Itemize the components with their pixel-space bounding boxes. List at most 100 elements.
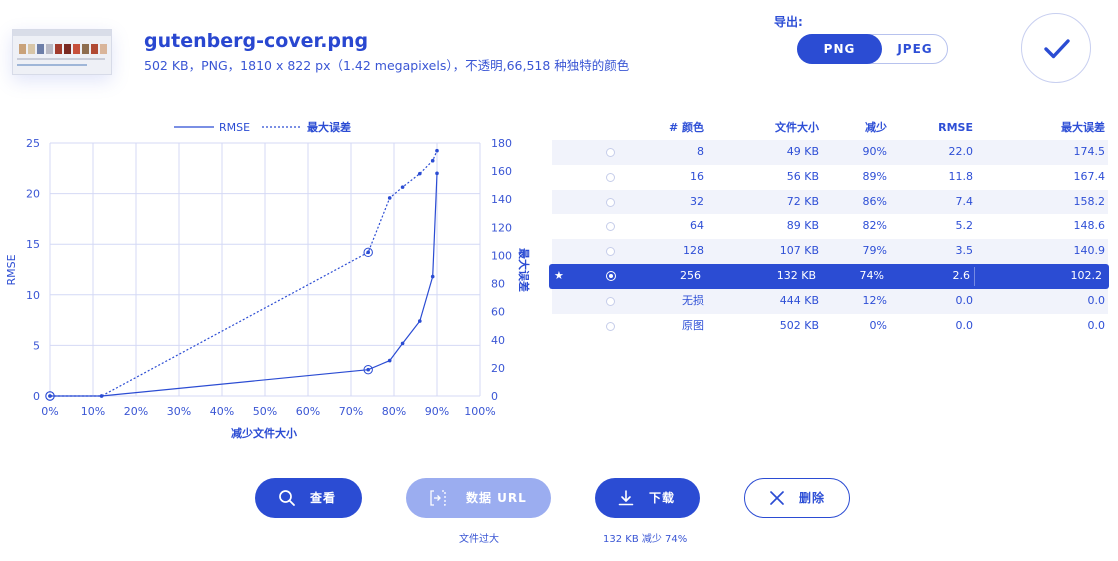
rmse-point: [418, 319, 422, 323]
view-label: 查看: [310, 491, 337, 505]
image-thumbnail: [12, 29, 112, 75]
y2-tick-label: 0: [491, 390, 498, 403]
cell-file-size: 502 KB: [779, 318, 819, 332]
cell-max-error: 0.0: [1087, 293, 1106, 307]
cell-max-error: 140.9: [1073, 244, 1106, 258]
cell-file-size: 132 KB: [776, 268, 816, 282]
file-details: 502 KB，PNG，1810 x 822 px（1.42 megapixels…: [144, 58, 630, 73]
cell-reduction: 0%: [869, 318, 887, 332]
x-tick-label: 20%: [124, 405, 148, 418]
delete-button[interactable]: 删除: [744, 478, 850, 518]
cell-rmse: 5.2: [955, 219, 974, 233]
cell-rmse: 11.8: [948, 169, 974, 183]
view-button[interactable]: 查看: [255, 478, 362, 518]
x-tick-label: 90%: [425, 405, 449, 418]
cell-max-error: 148.6: [1073, 219, 1106, 233]
palette-table: # 颜色 文件大小 减少 RMSE 最大误差 8 49 KB 90% 22.0 174.…: [549, 116, 1109, 339]
max-error-point: [400, 185, 405, 189]
row-select-radio[interactable]: [606, 172, 615, 182]
star-icon: ★: [554, 268, 564, 282]
quality-chart: 0% 10% 20% 30% 40% 50% 60% 70% 80% 90% 100% 0 5 10 15 2…: [5, 120, 531, 440]
row-select-radio[interactable]: [606, 270, 616, 281]
row-select-radio[interactable]: [606, 247, 615, 257]
max-error-point: [387, 196, 392, 200]
cell-reduction: 90%: [862, 145, 887, 158]
cell-max-error: 0.0: [1087, 318, 1106, 332]
cell-max-error: 158.2: [1073, 194, 1106, 208]
confirm-button[interactable]: [1021, 13, 1091, 83]
table-row[interactable]: 无损 444 KB 12% 0.0 0.0: [552, 288, 1108, 314]
search-icon: [279, 490, 295, 506]
max-error-point: [366, 250, 371, 255]
cell-rmse: 2.6: [952, 268, 971, 282]
data-url-label: 数据 URL: [466, 491, 527, 505]
row-select-radio[interactable]: [606, 296, 615, 306]
x-tick-label: 0%: [41, 405, 58, 418]
cell-reduction: 86%: [862, 194, 887, 208]
table-row[interactable]: 原图 502 KB 0% 0.0 0.0: [552, 314, 1108, 339]
download-icon: [618, 490, 634, 506]
x-tick-label: 50%: [253, 405, 277, 418]
header-reduction: 减少: [865, 121, 887, 134]
row-select-radio[interactable]: [606, 321, 615, 331]
table-row[interactable]: 8 49 KB 90% 22.0 174.5: [552, 140, 1108, 165]
rmse-point: [430, 274, 435, 279]
y2-tick-label: 140: [491, 193, 512, 206]
legend-label-max-error: 最大误差: [307, 120, 351, 134]
cell-rmse: 3.5: [955, 244, 974, 258]
x-tick-label: 40%: [210, 405, 234, 418]
x-tick-label: 60%: [296, 405, 320, 418]
export-label: 导出:: [774, 15, 803, 29]
cell-colors: 8: [697, 145, 704, 158]
delete-label: 删除: [799, 491, 826, 505]
cell-colors: 64: [690, 219, 704, 233]
max-error-point: [435, 148, 439, 153]
y2-tick-label: 160: [491, 165, 512, 178]
cell-rmse: 0.0: [955, 318, 974, 332]
cell-reduction: 82%: [862, 219, 887, 233]
row-select-radio[interactable]: [606, 222, 615, 232]
y-tick-label: 0: [33, 390, 40, 403]
header-rmse: RMSE: [938, 121, 973, 134]
cell-file-size: 56 KB: [786, 169, 819, 183]
download-note: 132 KB 减少 74%: [603, 534, 688, 545]
cell-file-size: 107 KB: [779, 244, 819, 258]
download-button[interactable]: 下载: [595, 478, 700, 518]
y2-tick-label: 20: [491, 362, 505, 375]
max-error-point: [48, 394, 52, 398]
max-error-point: [430, 158, 435, 163]
cell-rmse: 7.4: [955, 194, 974, 208]
cell-rmse: 0.0: [955, 293, 974, 307]
max-error-point: [99, 394, 104, 398]
table-row[interactable]: 128 107 KB 79% 3.5 140.9: [552, 239, 1108, 264]
y-tick-label: 15: [26, 238, 40, 251]
legend-label-rmse: RMSE: [219, 121, 250, 134]
rmse-line: [50, 173, 438, 397]
cell-file-size: 444 KB: [779, 293, 819, 307]
table-row[interactable]: 16 56 KB 89% 11.8 167.4: [552, 165, 1108, 190]
header-file-size: 文件大小: [775, 121, 819, 134]
y-tick-label: 5: [33, 339, 40, 352]
row-select-radio[interactable]: [606, 197, 615, 207]
cell-max-error: 174.5: [1073, 145, 1106, 158]
row-select-radio[interactable]: [606, 148, 615, 157]
y2-axis-title: 最大误差: [517, 248, 531, 292]
cell-colors: 256: [680, 268, 701, 282]
check-icon: [1044, 39, 1070, 59]
cell-colors: 16: [690, 169, 704, 183]
export-png-option[interactable]: PNG: [797, 34, 882, 64]
table-header: # 颜色 文件大小 减少 RMSE 最大误差: [552, 116, 1108, 140]
cell-file-size: 72 KB: [786, 194, 819, 208]
table-row[interactable]: ★ 256 132 KB 74% 2.6 102.2: [549, 263, 1109, 289]
table-row[interactable]: 32 72 KB 86% 7.4 158.2: [552, 189, 1108, 215]
y2-tick-label: 120: [491, 221, 512, 234]
table-row[interactable]: 64 89 KB 82% 5.2 148.6: [552, 214, 1108, 239]
export-jpeg-option[interactable]: JPEG: [882, 34, 948, 64]
cell-reduction: 12%: [862, 293, 887, 307]
y2-tick-label: 40: [491, 334, 505, 347]
data-url-button[interactable]: 数据 URL: [406, 478, 551, 518]
cell-colors: 原图: [682, 318, 704, 332]
close-icon: [770, 491, 784, 505]
file-name: gutenberg-cover.png: [144, 30, 369, 52]
header-max-error: 最大误差: [1061, 121, 1105, 134]
